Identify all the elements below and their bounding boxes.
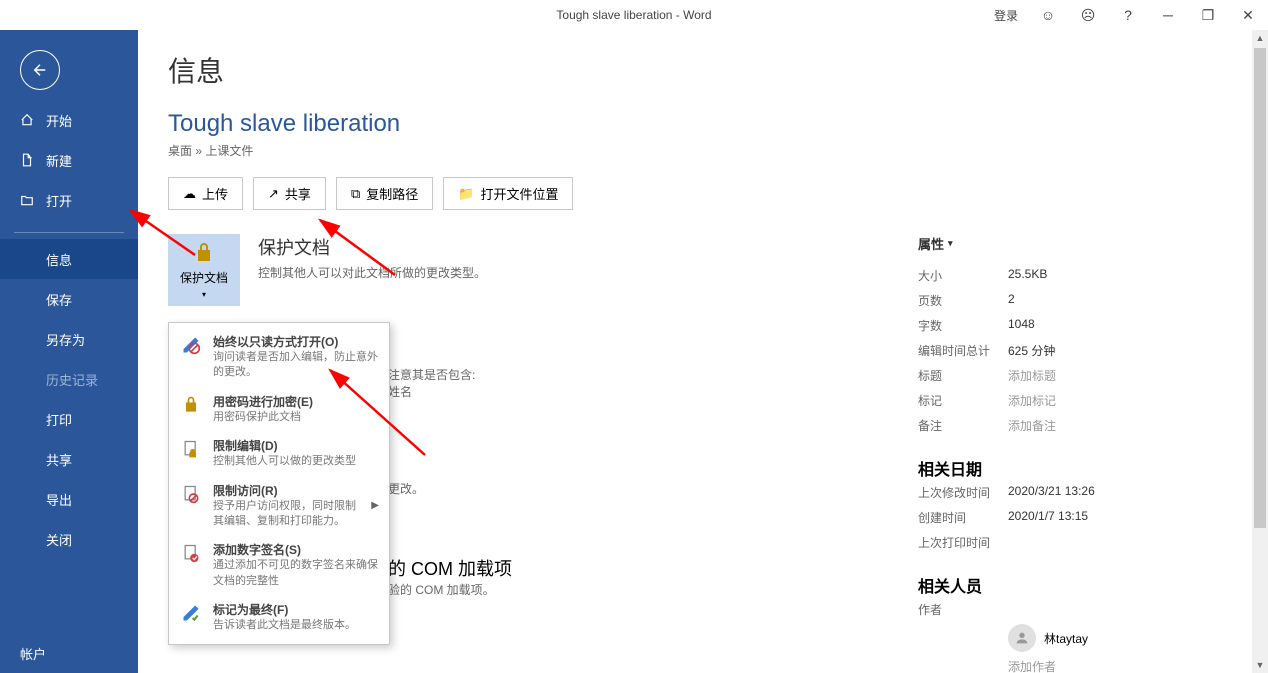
share-icon: ↗ [268, 186, 279, 202]
page-title: 信息 [168, 50, 1238, 90]
sidebar-item-label: 开始 [46, 111, 72, 130]
date-row: 创建时间2020/1/7 13:15 [918, 505, 1228, 530]
dropdown-item-lock[interactable]: 用密码进行加密(E)用密码保护此文档 [169, 387, 389, 431]
upload-button[interactable]: ☁上传 [168, 177, 243, 210]
close-button[interactable]: ✕ [1228, 0, 1268, 30]
sidebar-item-0[interactable]: 开始 [0, 100, 138, 140]
sidebar-item-8[interactable]: 共享 [0, 439, 138, 479]
sidebar-item-label: 关闭 [46, 530, 72, 549]
sidebar-item-label: 保存 [46, 290, 72, 309]
sidebar-item-9[interactable]: 导出 [0, 479, 138, 519]
sidebar-item-label: 帐户 [20, 644, 46, 663]
date-row: 上次打印时间 [918, 530, 1228, 555]
protect-document-button[interactable]: 保护文档 ▾ [168, 234, 240, 306]
sidebar-item-5[interactable]: 另存为 [0, 319, 138, 359]
chevron-right-icon: ▶ [371, 500, 379, 511]
maximize-button[interactable]: ❐ [1188, 0, 1228, 30]
face-happy-icon[interactable]: ☺ [1028, 0, 1068, 30]
breadcrumb: 桌面 » 上课文件 [168, 142, 1238, 159]
sidebar-item-3[interactable]: 信息 [0, 239, 138, 279]
sidebar-item-label: 打开 [46, 191, 72, 210]
folder-icon: 📁 [458, 186, 474, 202]
sidebar-item-6[interactable]: 历史记录 [0, 359, 138, 399]
sidebar-item-7[interactable]: 打印 [0, 399, 138, 439]
restrict-icon [179, 437, 203, 469]
sidebar-item-label: 另存为 [46, 330, 85, 349]
readonly-icon [179, 333, 203, 381]
final-icon [179, 601, 203, 633]
sidebar-item-4[interactable]: 保存 [0, 279, 138, 319]
backstage-sidebar: 开始新建打开信息保存另存为历史记录打印共享导出关闭 帐户 [0, 30, 138, 673]
sidebar-item-label: 打印 [46, 410, 72, 429]
property-row[interactable]: 标记添加标记 [918, 388, 1228, 413]
help-icon[interactable]: ? [1108, 0, 1148, 30]
property-row: 字数1048 [918, 313, 1228, 338]
dropdown-item-access[interactable]: 限制访问(R)授予用户访问权限，同时限制其编辑、复制和打印能力。▶ [169, 476, 389, 536]
sidebar-item-1[interactable]: 新建 [0, 140, 138, 180]
sidebar-item-2[interactable]: 打开 [0, 180, 138, 220]
link-icon: ⧉ [351, 186, 360, 202]
sign-icon [179, 541, 203, 589]
scroll-thumb[interactable] [1254, 48, 1266, 528]
date-row: 上次修改时间2020/3/21 13:26 [918, 480, 1228, 505]
title-bar: Tough slave liberation - Word 登录 ☺ ☹ ? ─… [0, 0, 1268, 30]
scroll-up-icon[interactable]: ▲ [1252, 30, 1268, 46]
avatar [1008, 624, 1036, 652]
sidebar-item-label: 导出 [46, 490, 72, 509]
face-sad-icon[interactable]: ☹ [1068, 0, 1108, 30]
chevron-down-icon: ▾ [202, 290, 206, 299]
open-file-location-button[interactable]: 📁打开文件位置 [443, 177, 573, 210]
properties-header[interactable]: 属性▾ [918, 234, 1228, 253]
window-title: Tough slave liberation - Word [556, 8, 711, 22]
property-row: 编辑时间总计625 分钟 [918, 338, 1228, 363]
dropdown-item-readonly[interactable]: 始终以只读方式打开(O)询问读者是否加入编辑，防止意外的更改。 [169, 327, 389, 387]
dropdown-item-final[interactable]: 标记为最终(F)告诉读者此文档是最终版本。 [169, 595, 389, 639]
sidebar-item-label: 共享 [46, 450, 72, 469]
dropdown-item-restrict[interactable]: 限制编辑(D)控制其他人可以做的更改类型 [169, 431, 389, 475]
scroll-down-icon[interactable]: ▼ [1252, 657, 1268, 673]
add-author[interactable]: 添加作者 [1008, 658, 1056, 673]
dropdown-item-sign[interactable]: 添加数字签名(S)通过添加不可见的数字签名来确保文档的完整性 [169, 535, 389, 595]
access-icon [179, 482, 203, 530]
lock-icon [179, 393, 203, 425]
cloud-upload-icon: ☁ [183, 186, 196, 202]
copy-path-button[interactable]: ⧉复制路径 [336, 177, 433, 210]
back-button[interactable] [20, 50, 60, 90]
protect-desc: 控制其他人可以对此文档所做的更改类型。 [258, 264, 486, 281]
property-row[interactable]: 备注添加备注 [918, 413, 1228, 438]
property-row[interactable]: 标题添加标题 [918, 363, 1228, 388]
sidebar-item-account[interactable]: 帐户 [0, 633, 138, 673]
minimize-button[interactable]: ─ [1148, 0, 1188, 30]
protect-title: 保护文档 [258, 234, 486, 260]
protect-dropdown: 始终以只读方式打开(O)询问读者是否加入编辑，防止意外的更改。用密码进行加密(E… [168, 322, 390, 645]
document-title: Tough slave liberation [168, 110, 1238, 138]
author-name: 林taytay [1044, 630, 1088, 647]
sidebar-item-label: 历史记录 [46, 370, 98, 389]
property-row: 大小25.5KB [918, 263, 1228, 288]
sidebar-item-label: 信息 [46, 250, 72, 269]
chevron-down-icon: ▾ [948, 238, 953, 249]
lock-icon [192, 241, 216, 265]
property-row: 页数2 [918, 288, 1228, 313]
content-area: 信息 Tough slave liberation 桌面 » 上课文件 ☁上传 … [138, 30, 1268, 673]
login-button[interactable]: 登录 [984, 0, 1028, 30]
related-dates-header: 相关日期 [918, 456, 1228, 480]
sidebar-item-label: 新建 [46, 151, 72, 170]
vertical-scrollbar[interactable]: ▲ ▼ [1252, 30, 1268, 673]
share-button[interactable]: ↗共享 [253, 177, 326, 210]
sidebar-item-10[interactable]: 关闭 [0, 519, 138, 559]
related-people-header: 相关人员 [918, 573, 1228, 597]
com-addins-title: 的 COM 加载项 [388, 555, 888, 581]
